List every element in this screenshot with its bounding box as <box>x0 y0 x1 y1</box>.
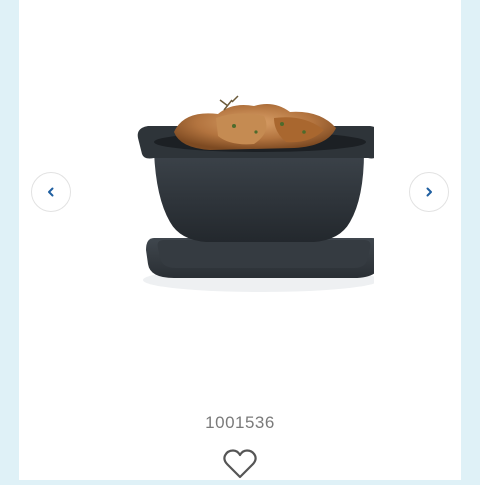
image-carousel <box>19 0 461 330</box>
product-image <box>137 95 374 292</box>
carousel-next-button[interactable] <box>409 172 449 212</box>
carousel-prev-button[interactable] <box>31 172 71 212</box>
product-page: 1001536 <box>19 0 461 480</box>
heart-outline-icon <box>222 448 258 485</box>
product-sku: 1001536 <box>205 413 275 432</box>
chevron-left-icon <box>46 186 56 198</box>
wishlist-button[interactable] <box>220 448 260 484</box>
chevron-right-icon <box>424 186 434 198</box>
